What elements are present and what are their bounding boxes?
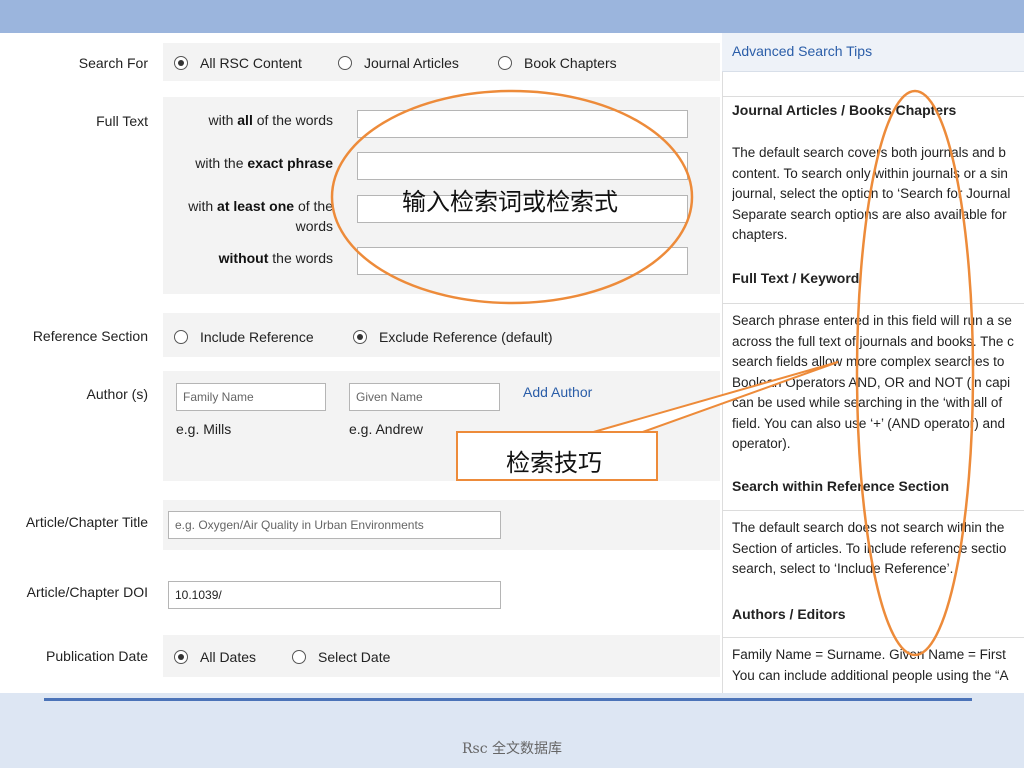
search-tips-note: 检索技巧 bbox=[506, 449, 602, 477]
tips-highlight-ellipse bbox=[855, 89, 975, 657]
search-terms-note: 输入检索词或检索式 bbox=[402, 188, 618, 216]
annotation-overlay bbox=[330, 89, 975, 657]
slide-footer: Rsc 全文数据库 bbox=[461, 741, 563, 757]
slide-divider-line bbox=[44, 698, 972, 701]
callout-pointer bbox=[589, 361, 839, 434]
